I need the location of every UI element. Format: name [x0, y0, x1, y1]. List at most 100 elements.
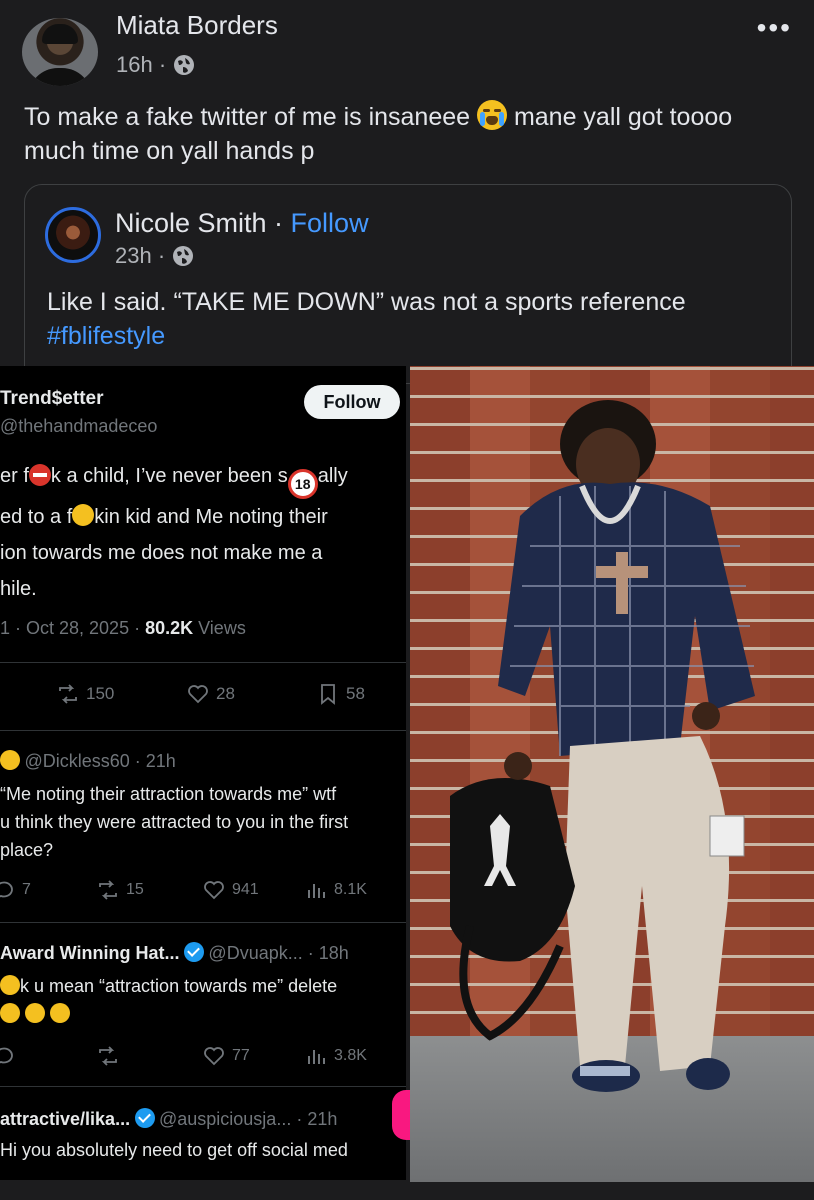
- retweet-action: [96, 1044, 120, 1068]
- heart-icon: [188, 685, 208, 704]
- author-avatar[interactable]: [22, 18, 98, 86]
- tweet-handle: @thehandmadeceo: [0, 416, 158, 436]
- shared-post-body: Like I said. “TAKE ME DOWN” was not a sp…: [47, 288, 686, 316]
- reply-handle: @Dvuapk... · 18h: [208, 943, 349, 963]
- bottom-strip: [0, 1182, 814, 1200]
- analytics-icon: [308, 1050, 325, 1064]
- reply-action-bar: 7 15 941 8.1K: [0, 878, 406, 908]
- reply-handle: @Dickless60 · 21h: [24, 751, 176, 771]
- verified-badge-icon: [134, 1108, 155, 1128]
- reply-text: Hi you absolutely need to get off social…: [0, 1136, 348, 1164]
- retweet-action: 15: [96, 878, 144, 902]
- retweet-icon: [59, 684, 77, 704]
- no-entry-emoji-icon: [28, 464, 51, 486]
- like-action: 28: [186, 682, 235, 706]
- like-count: 28: [216, 684, 235, 703]
- tweet-follow-button: Follow: [304, 385, 400, 419]
- tweet-line: ally: [317, 465, 348, 487]
- person-figure: [450, 400, 755, 1092]
- author-name[interactable]: Miata Borders: [116, 10, 278, 40]
- shared-author-avatar[interactable]: [45, 207, 101, 263]
- tweet-line: k a child, I’ve never been s: [50, 465, 288, 487]
- loudly-crying-emoji-icon: [0, 1003, 20, 1023]
- comment-icon: [0, 1047, 13, 1064]
- reply-action: 7: [0, 878, 31, 902]
- shared-author-name[interactable]: Nicole Smith: [115, 208, 267, 238]
- tweet-line: kin kid and Me noting their: [94, 506, 328, 528]
- divider: [0, 662, 406, 663]
- no-under-18-emoji-icon: 18: [287, 469, 318, 499]
- bookmark-action: 58: [316, 682, 365, 706]
- disappointed-emoji-icon: [0, 975, 20, 995]
- woozy-face-emoji-icon: [72, 504, 95, 526]
- shared-post-text: Like I said. “TAKE ME DOWN” was not a sp…: [47, 285, 747, 353]
- heart-icon: [204, 881, 224, 900]
- divider: [0, 922, 406, 923]
- retweet-count: 15: [126, 881, 144, 898]
- follow-link[interactable]: Follow: [291, 208, 369, 238]
- tweet-date: 1 · Oct 28, 2025 ·: [0, 618, 146, 638]
- reply-line: k u mean “attraction towards me” delete: [20, 976, 338, 996]
- tweet-body: er f k a child, I’ve never been s 18 ally e…: [0, 458, 348, 607]
- reply-line: u think they were attracted to you in th…: [0, 812, 349, 832]
- post-text-part1: To make a fake twitter of me is insaneee: [24, 103, 471, 131]
- tweet-views-label: Views: [193, 618, 246, 638]
- views-action: 3.8K: [304, 1044, 367, 1068]
- post-text: To make a fake twitter of me is insaneee…: [24, 100, 784, 168]
- reply-handle: @auspiciousja... · 21h: [158, 1109, 338, 1129]
- reply-header: Award Winning Hat... @Dvuapk... · 18h: [0, 942, 349, 964]
- reply-header: @Dickless60 · 21h: [0, 750, 176, 772]
- reply-author-name: Award Winning Hat...: [0, 943, 180, 963]
- loudly-crying-emoji-icon: [25, 1003, 46, 1023]
- divider: [0, 1086, 406, 1087]
- retweet-icon: [99, 1046, 117, 1066]
- like-count: 77: [232, 1047, 250, 1064]
- tweet-line: ion towards me does not make me a: [0, 542, 323, 564]
- post-meta: 16h ·: [116, 52, 196, 78]
- verified-badge-icon: [183, 942, 204, 962]
- shared-post-meta: 23h ·: [115, 243, 195, 269]
- views-action: 8.1K: [304, 878, 367, 902]
- shared-post-time[interactable]: 23h ·: [115, 243, 165, 269]
- retweet-action: 150: [56, 682, 114, 706]
- retweet-count: 150: [86, 684, 115, 703]
- name-separator: ·: [266, 208, 291, 238]
- like-count: 941: [232, 881, 259, 898]
- tweet-line: hile.: [0, 578, 37, 600]
- heart-icon: [204, 1047, 224, 1066]
- reply-text: “Me noting their attraction towards me” …: [0, 780, 348, 864]
- tweet-screenshot-image[interactable]: Trend$etter @thehandmadeceo Follow er f k…: [0, 366, 406, 1180]
- analytics-icon: [308, 884, 325, 898]
- person-photo-image[interactable]: [410, 366, 814, 1182]
- reply-action: [0, 1044, 16, 1068]
- comment-icon: [0, 881, 13, 898]
- laughing-emoji-icon: [0, 750, 20, 770]
- reply-text: k u mean “attraction towards me” delete: [0, 972, 337, 1028]
- shared-post-card[interactable]: Nicole Smith · Follow 23h · Like I said.…: [24, 184, 792, 384]
- reply-author-name: attractive/lika...: [0, 1109, 131, 1129]
- tweet-display-name: Trend$etter: [0, 388, 104, 409]
- like-action: 941: [202, 878, 259, 902]
- reply-action-bar: 77 3.8K: [0, 1044, 406, 1074]
- reply-count: 7: [22, 881, 31, 898]
- tweet-view-count: 80.2K: [145, 618, 194, 638]
- bookmark-count: 58: [346, 684, 365, 703]
- tweet-date-views: 1 · Oct 28, 2025 · 80.2K Views: [0, 618, 246, 639]
- post-time[interactable]: 16h ·: [116, 52, 166, 78]
- hashtag-link[interactable]: #fblifestyle: [47, 322, 165, 350]
- like-action: 77: [202, 1044, 250, 1068]
- view-count: 8.1K: [334, 881, 367, 898]
- reply-line: place?: [0, 840, 54, 860]
- shared-author-row: Nicole Smith · Follow: [115, 207, 369, 239]
- tweet-action-bar: 150 28 58: [0, 682, 406, 712]
- globe-icon: [173, 246, 194, 266]
- loudly-crying-emoji-icon: [477, 100, 507, 130]
- reply-header: attractive/lika... @auspiciousja... · 21…: [0, 1108, 337, 1130]
- tweet-line: er f: [0, 465, 29, 487]
- view-count: 3.8K: [334, 1047, 367, 1064]
- tweet-line: ed to a f: [0, 506, 73, 528]
- reply-line: Hi you absolutely need to get off social…: [0, 1140, 348, 1160]
- loudly-crying-emoji-icon: [50, 1003, 71, 1023]
- retweet-icon: [99, 880, 117, 900]
- more-options-button[interactable]: •••: [757, 14, 792, 42]
